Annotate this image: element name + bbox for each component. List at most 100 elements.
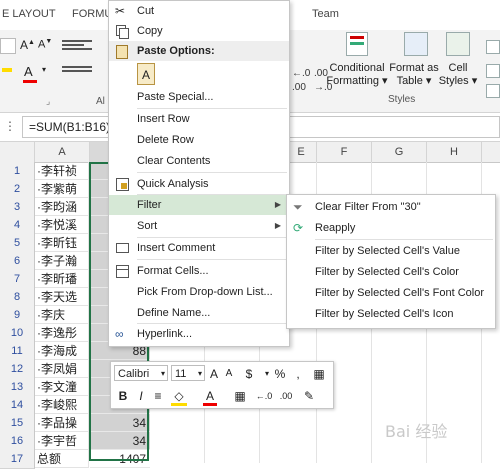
- cell-a[interactable]: ·李昕璠: [35, 270, 89, 288]
- delete-cells-icon[interactable]: [486, 64, 500, 78]
- menu-item-pick-from-list[interactable]: Pick From Drop-down List...: [109, 282, 289, 302]
- row-header[interactable]: 10: [0, 324, 35, 343]
- row-header[interactable]: 8: [0, 288, 35, 307]
- alignment-icons[interactable]: [62, 38, 102, 52]
- cell-a[interactable]: ·李宇哲: [35, 432, 89, 450]
- indent-icons[interactable]: [62, 64, 102, 78]
- row-header[interactable]: 17: [0, 450, 35, 469]
- cell-styles-label-2[interactable]: Styles ▾: [438, 75, 478, 88]
- font-color-dropdown-icon[interactable]: ▾: [42, 65, 46, 74]
- select-all-corner[interactable]: [0, 142, 35, 163]
- format-as-table-label-2[interactable]: Table ▾: [388, 75, 440, 88]
- font-name-dropdown[interactable]: Calibri ▾: [114, 365, 168, 381]
- row-header[interactable]: 11: [0, 342, 35, 361]
- row-header[interactable]: 16: [0, 432, 35, 451]
- format-painter-table-icon[interactable]: ▦: [311, 365, 327, 383]
- grow-font-icon[interactable]: A: [207, 365, 221, 383]
- cell-a[interactable]: ·李轩祯: [35, 162, 89, 180]
- grow-font-icon[interactable]: A▲: [20, 38, 35, 52]
- cell-a[interactable]: ·李庆: [35, 306, 89, 324]
- paste-option-icon[interactable]: A: [137, 63, 155, 85]
- cell-a[interactable]: ·李文潼: [35, 378, 89, 396]
- align-center-icon[interactable]: ≡: [151, 387, 165, 405]
- conditional-formatting-icon[interactable]: [346, 32, 368, 56]
- menu-item-cut[interactable]: ✂ Cut: [109, 1, 289, 21]
- fill-color-icon[interactable]: [2, 68, 12, 72]
- format-painter-icon[interactable]: ✎: [301, 387, 317, 405]
- row-header[interactable]: 13: [0, 378, 35, 397]
- format-as-table-label-1[interactable]: Format as: [388, 62, 440, 75]
- cell-a[interactable]: ·李海成: [35, 342, 89, 360]
- cell-a[interactable]: ·李逸彤: [35, 324, 89, 342]
- cell-a[interactable]: ·李昕钰: [35, 234, 89, 252]
- column-header-h[interactable]: H: [427, 142, 482, 163]
- menu-item-paste-special[interactable]: Paste Special...: [109, 87, 289, 107]
- decimal-places-icon[interactable]: .00: [292, 82, 306, 93]
- submenu-item-filter-color[interactable]: Filter by Selected Cell's Color: [287, 262, 495, 282]
- menu-item-delete-row[interactable]: Delete Row: [109, 130, 289, 150]
- font-color-icon[interactable]: A: [24, 64, 33, 79]
- column-header-e[interactable]: E: [286, 142, 317, 163]
- column-header-f[interactable]: F: [317, 142, 372, 163]
- insert-cells-icon[interactable]: [486, 40, 500, 54]
- menu-item-filter[interactable]: Filter ▶: [109, 195, 289, 215]
- font-dialog-launcher-icon[interactable]: ⌟: [46, 96, 50, 107]
- cell-a[interactable]: 总额: [35, 450, 89, 468]
- cell-a[interactable]: ·李天选: [35, 288, 89, 306]
- row-header[interactable]: 2: [0, 180, 35, 199]
- increase-decimal-icon[interactable]: ←.0: [255, 387, 273, 405]
- submenu-item-clear-filter[interactable]: ⏷ Clear Filter From "30": [287, 197, 495, 217]
- tab-team[interactable]: Team: [312, 8, 339, 20]
- row-header[interactable]: 7: [0, 270, 35, 289]
- menu-item-hyperlink[interactable]: ∞ Hyperlink...: [109, 324, 289, 344]
- conditional-formatting-label-1[interactable]: Conditional: [326, 62, 388, 75]
- menu-item-copy[interactable]: Copy: [109, 21, 289, 41]
- menu-item-sort[interactable]: Sort ▶: [109, 216, 289, 236]
- menu-item-insert-comment[interactable]: Insert Comment: [109, 238, 289, 258]
- comma-button[interactable]: ,: [293, 365, 303, 383]
- column-header-g[interactable]: G: [372, 142, 427, 163]
- dollar-button[interactable]: $: [243, 365, 255, 383]
- font-size-dropdown[interactable]: 11 ▾: [171, 365, 205, 381]
- submenu-item-reapply[interactable]: ⟳ Reapply: [287, 218, 495, 238]
- menu-item-format-cells[interactable]: Format Cells...: [109, 261, 289, 281]
- submenu-item-filter-font-color[interactable]: Filter by Selected Cell's Font Color: [287, 283, 495, 303]
- cell-a[interactable]: ·李悦溪: [35, 216, 89, 234]
- row-header[interactable]: 12: [0, 360, 35, 379]
- tab-formulas[interactable]: FORMU: [72, 8, 112, 20]
- cell-a[interactable]: ·李子瀚: [35, 252, 89, 270]
- tab-page-layout[interactable]: E LAYOUT: [2, 8, 56, 20]
- font-size-dropdown[interactable]: [0, 38, 16, 54]
- menu-item-quick-analysis[interactable]: Quick Analysis: [109, 174, 289, 194]
- cell-a[interactable]: ·李昀涵: [35, 198, 89, 216]
- format-as-table-icon[interactable]: [404, 32, 428, 56]
- row-header[interactable]: 15: [0, 414, 35, 433]
- shrink-font-icon[interactable]: A▼: [38, 38, 52, 51]
- column-header-a[interactable]: A: [35, 142, 90, 163]
- borders-icon[interactable]: ▦: [233, 387, 247, 405]
- row-header[interactable]: 1: [0, 162, 35, 181]
- row-header[interactable]: 5: [0, 234, 35, 253]
- bold-button[interactable]: B: [117, 387, 129, 405]
- row-header[interactable]: 4: [0, 216, 35, 235]
- submenu-item-filter-icon[interactable]: Filter by Selected Cell's Icon: [287, 304, 495, 324]
- format-cells-icon[interactable]: [486, 84, 500, 98]
- percent-button[interactable]: %: [273, 365, 287, 383]
- function-icon[interactable]: ⋮: [4, 119, 16, 133]
- row-header[interactable]: 9: [0, 306, 35, 325]
- decrease-decimal-icon[interactable]: .00: [277, 387, 295, 405]
- conditional-formatting-label-2[interactable]: Formatting ▾: [326, 75, 388, 88]
- shrink-font-icon[interactable]: A: [223, 365, 235, 383]
- menu-item-insert-row[interactable]: Insert Row: [109, 109, 289, 129]
- cell-a[interactable]: ·李凤娟: [35, 360, 89, 378]
- row-header[interactable]: 3: [0, 198, 35, 217]
- row-header[interactable]: 6: [0, 252, 35, 271]
- row-header[interactable]: 14: [0, 396, 35, 415]
- column-header-i[interactable]: [482, 142, 500, 163]
- cell-a[interactable]: ·李品操: [35, 414, 89, 432]
- cell-a[interactable]: ·李峻熙: [35, 396, 89, 414]
- cell-styles-label-1[interactable]: Cell: [438, 62, 478, 75]
- italic-button[interactable]: I: [135, 387, 147, 405]
- increase-decimal-icon[interactable]: ←.0: [292, 68, 310, 79]
- menu-item-define-name[interactable]: Define Name...: [109, 303, 289, 323]
